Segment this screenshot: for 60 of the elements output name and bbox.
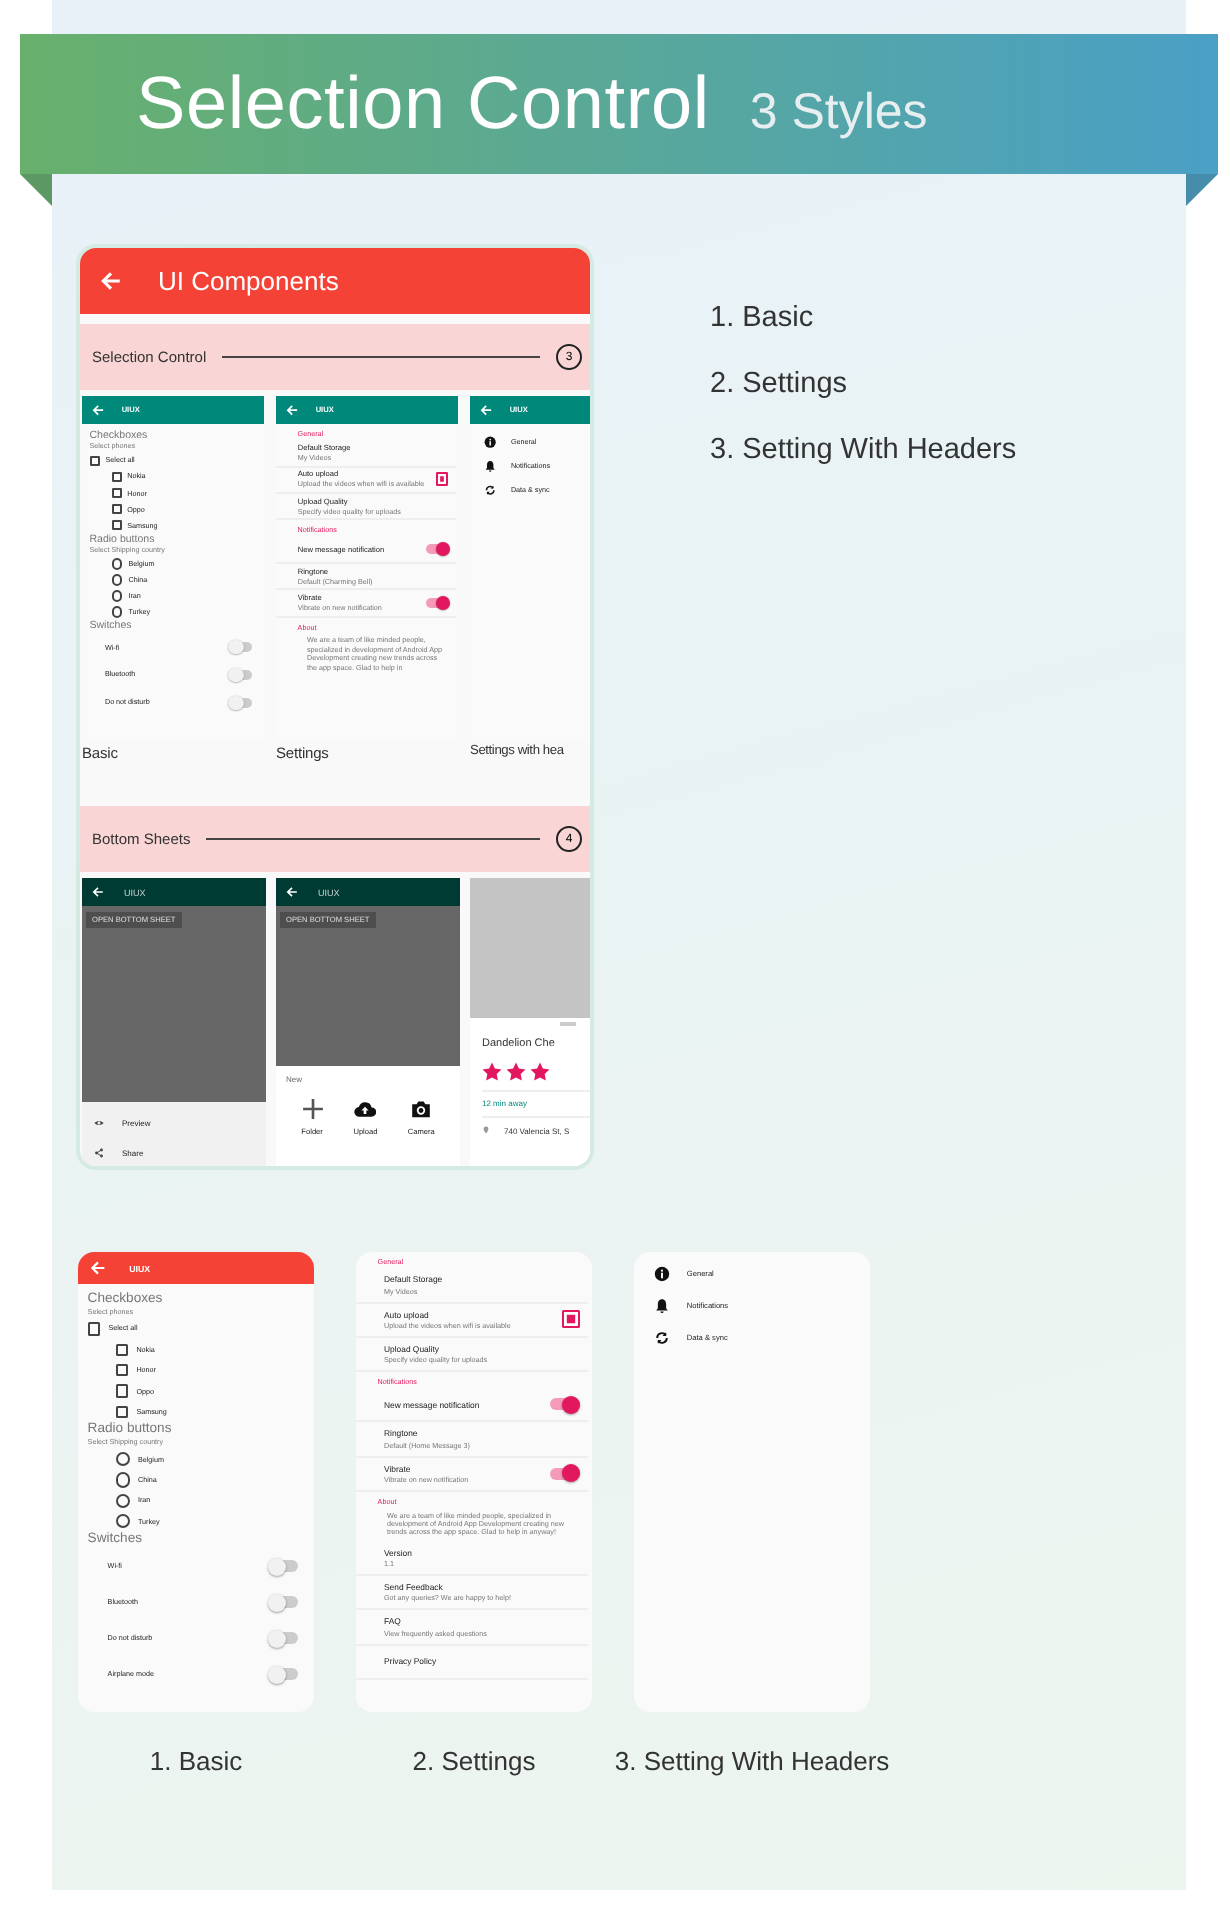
sync-icon: [484, 484, 498, 497]
checkbox[interactable]: [115, 1343, 129, 1357]
checkbox[interactable]: [87, 1322, 101, 1336]
drag-handle[interactable]: [560, 1022, 576, 1025]
location-pin-icon: [482, 1126, 490, 1134]
checkbox[interactable]: [561, 1310, 580, 1328]
back-arrow-icon[interactable]: [286, 886, 298, 898]
info-icon: [484, 435, 498, 448]
toggle-switch[interactable]: [269, 1596, 299, 1609]
checkbox[interactable]: [115, 1384, 129, 1398]
radio-button[interactable]: [115, 1452, 130, 1467]
style-list-item: 2. Settings: [710, 368, 850, 400]
banner-title: Selection Control: [136, 62, 710, 146]
checkbox[interactable]: [111, 472, 122, 482]
bell-icon: [484, 459, 498, 473]
checkbox[interactable]: [89, 455, 100, 466]
toggle-switch[interactable]: [269, 1632, 299, 1645]
screen-caption: 3. Setting With Headers: [614, 1746, 890, 1776]
checkbox[interactable]: [435, 472, 449, 487]
checkbox[interactable]: [115, 1405, 129, 1419]
radio-button[interactable]: [111, 558, 123, 570]
radio-button[interactable]: [115, 1472, 130, 1488]
toggle-switch[interactable]: [550, 1398, 580, 1411]
radio-button[interactable]: [111, 574, 123, 586]
toggle-switch[interactable]: [230, 642, 253, 652]
screen-caption: 1. Basic: [149, 1746, 243, 1776]
toggle-switch[interactable]: [550, 1467, 580, 1480]
star-icon: [530, 1061, 550, 1081]
style-list-item: 3. Setting With Headers: [710, 434, 1017, 466]
checkbox[interactable]: [111, 488, 122, 499]
plus-icon: [301, 1098, 324, 1120]
info-icon: [653, 1266, 670, 1283]
radio-button[interactable]: [115, 1493, 130, 1508]
back-arrow-icon[interactable]: [92, 886, 104, 898]
radio-button[interactable]: [111, 606, 123, 618]
cloud-upload-icon: [354, 1098, 377, 1120]
screen-caption: 2. Settings: [412, 1746, 536, 1776]
ribbon-fold: [1186, 174, 1218, 206]
checkbox[interactable]: [115, 1364, 129, 1377]
eye-icon: [94, 1118, 104, 1128]
toggle-switch[interactable]: [230, 698, 253, 708]
star-icon: [506, 1061, 526, 1081]
toggle-switch[interactable]: [269, 1560, 299, 1573]
app-bar-title: UI Components: [158, 266, 339, 296]
checkbox[interactable]: [111, 504, 122, 515]
radio-button[interactable]: [111, 590, 123, 602]
bell-icon: [653, 1298, 670, 1315]
star-icon: [482, 1061, 502, 1081]
toggle-switch[interactable]: [230, 670, 253, 680]
radio-button[interactable]: [115, 1514, 130, 1529]
banner-subtitle: 3 Styles: [749, 83, 928, 141]
toggle-switch[interactable]: [426, 598, 449, 608]
ribbon-fold: [20, 174, 52, 206]
share-icon: [94, 1148, 104, 1158]
toggle-switch[interactable]: [269, 1668, 299, 1681]
toggle-switch[interactable]: [426, 544, 449, 555]
style-list-item: 1. Basic: [710, 302, 816, 334]
checkbox[interactable]: [111, 520, 122, 531]
sync-icon: [653, 1330, 670, 1347]
camera-icon: [410, 1098, 433, 1120]
